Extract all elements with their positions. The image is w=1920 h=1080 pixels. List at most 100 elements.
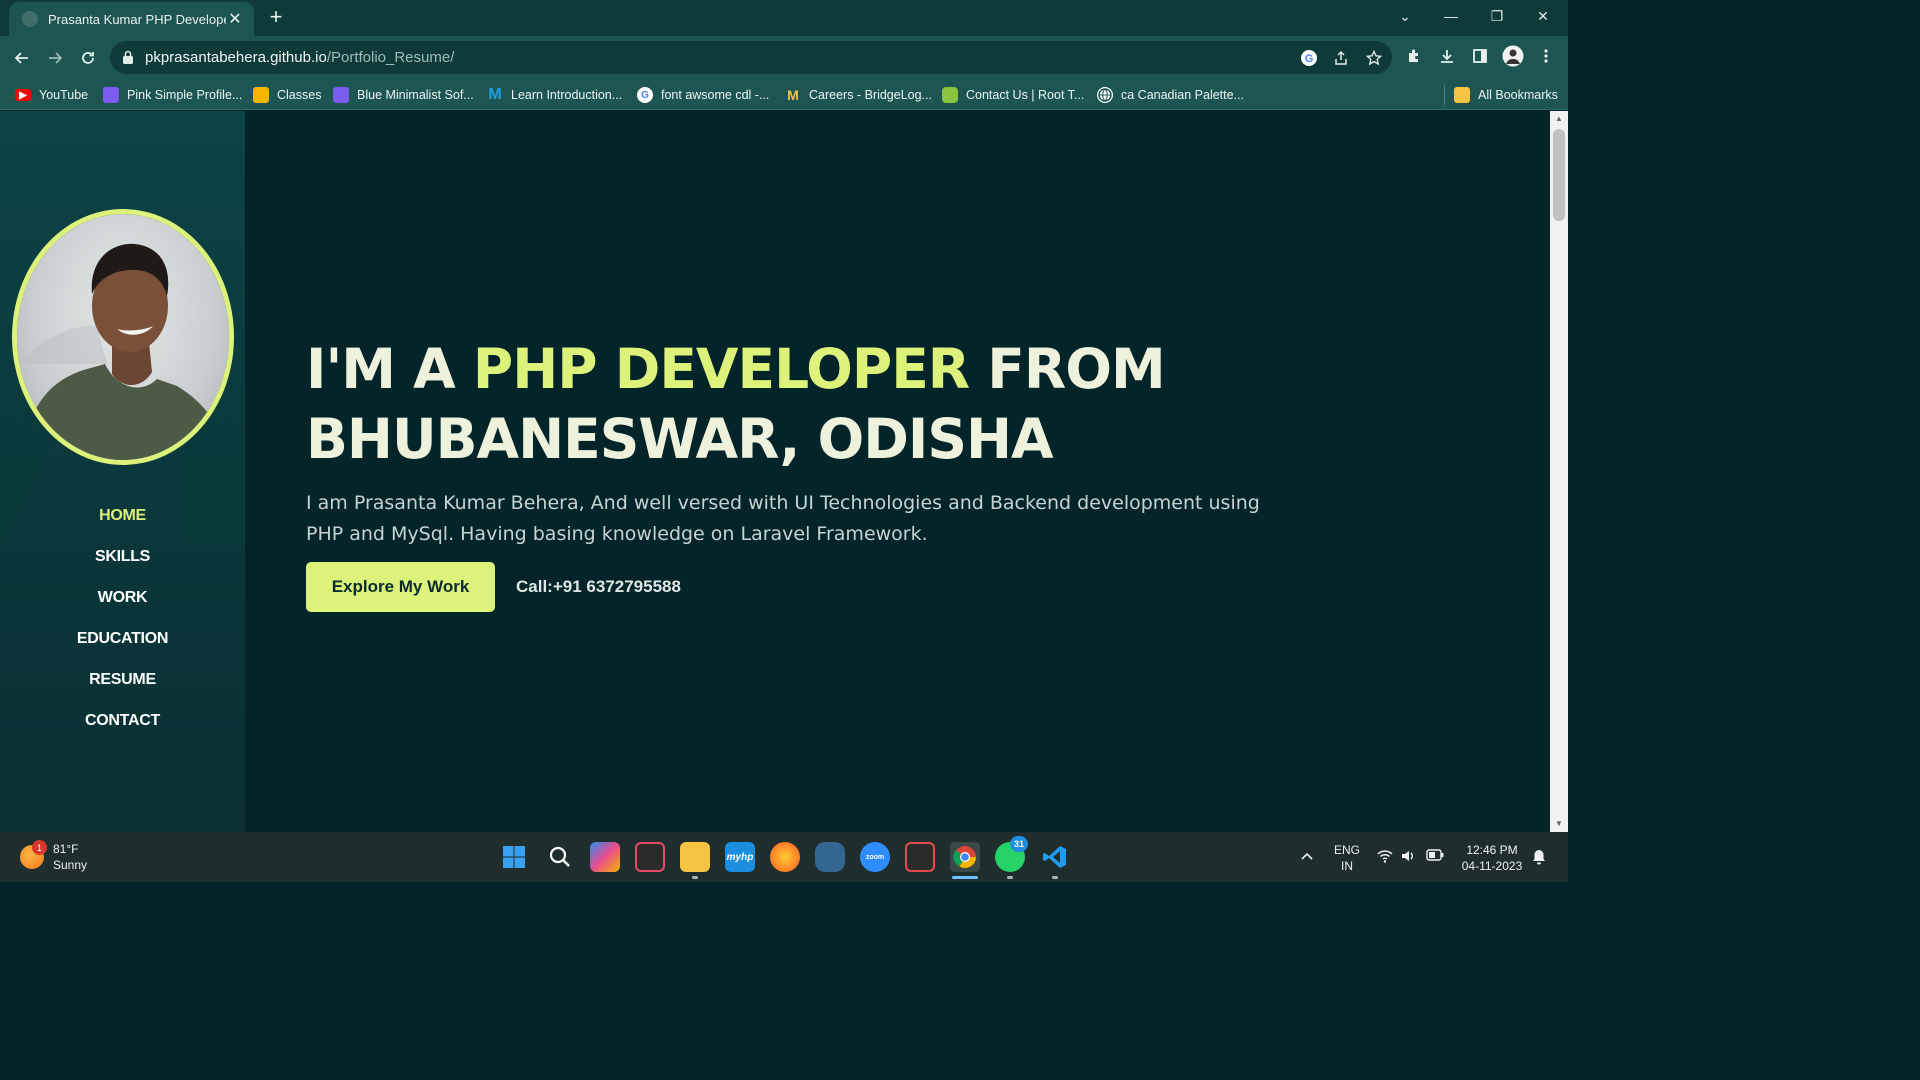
bookmark-star-icon[interactable] <box>1363 47 1385 69</box>
screen-recorder-icon[interactable] <box>905 842 935 872</box>
copilot-icon[interactable] <box>590 842 620 872</box>
extensions-icon[interactable] <box>1402 44 1426 68</box>
browser-tab[interactable]: Prasanta Kumar PHP Developer ✕ <box>9 2 254 36</box>
all-bookmarks-button[interactable]: All Bookmarks <box>1444 85 1558 105</box>
url-text[interactable]: pkprasantabehera.github.io/Portfolio_Res… <box>145 49 454 66</box>
back-button[interactable] <box>8 44 36 72</box>
whatsapp-icon[interactable]: 31 <box>995 836 1028 872</box>
windows-taskbar: 1 81°F Sunny myhp zoom 31 ENG IN 12:46 P… <box>0 832 1568 882</box>
snipping-icon[interactable] <box>635 842 665 872</box>
clock[interactable]: 12:46 PM 04-11-2023 <box>1456 842 1528 874</box>
bridgelogic-icon: M <box>787 87 799 103</box>
scroll-up-icon[interactable]: ▲ <box>1550 111 1568 127</box>
nav-skills[interactable]: SKILLS <box>0 545 245 586</box>
scroll-down-icon[interactable]: ▼ <box>1550 816 1568 832</box>
tab-strip: Prasanta Kumar PHP Developer ✕ + ⌄ — ❐ ✕ <box>0 0 1568 36</box>
show-hidden-icons[interactable] <box>1300 849 1314 865</box>
search-icon[interactable] <box>545 842 575 872</box>
notification-icon[interactable] <box>1532 849 1546 869</box>
nav-resume[interactable]: RESUME <box>0 668 245 709</box>
google-lens-icon[interactable]: G <box>1298 47 1320 69</box>
side-panel-icon[interactable] <box>1468 44 1492 68</box>
roottech-icon <box>942 87 958 103</box>
bookmark-label: font awsome cdl -... <box>661 88 770 102</box>
bookmark-canadian-palette[interactable]: ca Canadian Palette... <box>1097 85 1244 105</box>
bookmark-pink-simple-profile[interactable]: Pink Simple Profile... <box>103 85 242 105</box>
browser-toolbar: pkprasantabehera.github.io/Portfolio_Res… <box>0 36 1568 79</box>
battery-icon[interactable] <box>1426 849 1444 865</box>
download-icon[interactable] <box>1435 44 1459 68</box>
hero-actions: Explore My Work Call:+91 6372795588 <box>306 562 681 612</box>
bookmark-learn-introduction[interactable]: M Learn Introduction... <box>487 85 622 105</box>
weather-badge: 1 <box>32 840 47 855</box>
vscode-icon[interactable] <box>1040 842 1070 872</box>
bookmark-contact-root[interactable]: Contact Us | Root T... <box>942 85 1084 105</box>
all-bookmarks-label: All Bookmarks <box>1478 88 1558 102</box>
explore-work-button[interactable]: Explore My Work <box>306 562 495 612</box>
bookmark-classes[interactable]: Classes <box>253 85 321 105</box>
file-explorer-icon[interactable] <box>680 842 710 872</box>
lock-icon[interactable] <box>122 49 134 65</box>
hero-title-pre: I'M A <box>306 337 473 401</box>
bookmark-careers-bridgelogic[interactable]: M Careers - BridgeLog... <box>785 85 932 105</box>
running-indicator <box>1007 876 1013 879</box>
bookmark-label: Careers - BridgeLog... <box>809 88 932 102</box>
minimize-button[interactable]: — <box>1428 0 1474 32</box>
call-phone-link[interactable]: Call:+91 6372795588 <box>516 577 681 597</box>
bookmark-blue-minimalist[interactable]: Blue Minimalist Sof... <box>333 85 474 105</box>
bookmarks-bar: ▶ YouTube Pink Simple Profile... Classes… <box>0 79 1568 110</box>
chrome-menu-icon[interactable] <box>1534 44 1558 68</box>
scroll-thumb[interactable] <box>1553 129 1565 221</box>
classroom-icon <box>253 87 269 103</box>
active-indicator <box>952 876 978 879</box>
language-indicator[interactable]: ENG IN <box>1334 842 1360 874</box>
forward-button[interactable] <box>41 44 69 72</box>
lang-bottom: IN <box>1341 859 1353 873</box>
hero-title-accent: PHP DEVELOPER <box>472 337 970 401</box>
myhp-icon[interactable]: myhp <box>725 842 755 872</box>
postgres-icon[interactable] <box>815 842 845 872</box>
bookmark-label: Learn Introduction... <box>511 88 623 102</box>
profile-avatar[interactable] <box>1501 44 1525 68</box>
screen: Prasanta Kumar PHP Developer ✕ + ⌄ — ❐ ✕… <box>0 0 1568 882</box>
new-tab-button[interactable]: + <box>264 5 288 29</box>
close-window-button[interactable]: ✕ <box>1520 0 1566 32</box>
wifi-icon[interactable] <box>1377 849 1393 867</box>
nav-home[interactable]: HOME <box>0 504 245 545</box>
weather-widget[interactable]: 1 81°F Sunny <box>20 840 88 873</box>
bookmark-label: Classes <box>277 88 322 102</box>
bookmark-label: YouTube <box>39 88 89 102</box>
weather-desc: Sunny <box>53 858 88 872</box>
sun-icon: 1 <box>20 840 47 869</box>
tab-close-icon[interactable]: ✕ <box>226 9 244 29</box>
tab-search-icon[interactable]: ⌄ <box>1382 0 1428 32</box>
running-indicator <box>1052 876 1058 879</box>
google-icon: G <box>637 87 653 103</box>
clock-time: 12:46 PM <box>1466 843 1518 857</box>
volume-icon[interactable] <box>1401 849 1417 867</box>
reload-icon <box>82 52 94 64</box>
reload-button[interactable] <box>74 44 102 72</box>
globe-icon <box>1097 87 1113 103</box>
folder-icon <box>1454 87 1470 103</box>
bookmark-label: Contact Us | Root T... <box>966 88 1085 102</box>
nav-education[interactable]: EDUCATION <box>0 627 245 668</box>
bookmark-font-awesome[interactable]: G font awsome cdl -... <box>637 85 769 105</box>
bookmark-youtube[interactable]: ▶ YouTube <box>15 85 88 105</box>
firefox-icon[interactable] <box>770 842 800 872</box>
address-bar[interactable]: pkprasantabehera.github.io/Portfolio_Res… <box>110 41 1392 74</box>
zoom-icon[interactable]: zoom <box>860 842 890 872</box>
share-icon[interactable] <box>1330 47 1352 69</box>
m-logo-icon: M <box>488 86 502 103</box>
url-domain: pkprasantabehera.github.io <box>145 49 327 66</box>
chrome-icon[interactable] <box>950 842 980 872</box>
bookmark-label: ca Canadian Palette... <box>1121 88 1244 102</box>
nav-contact[interactable]: CONTACT <box>0 709 245 750</box>
sidebar: HOME SKILLS WORK EDUCATION RESUME CONTAC… <box>0 111 245 832</box>
bookmark-label: Pink Simple Profile... <box>127 88 243 102</box>
nav-work[interactable]: WORK <box>0 586 245 627</box>
hero-title: I'M A PHP DEVELOPER FROM BHUBANESWAR, OD… <box>306 334 1306 474</box>
restore-button[interactable]: ❐ <box>1474 0 1520 32</box>
start-icon[interactable] <box>499 842 529 872</box>
page-scrollbar[interactable]: ▲ ▼ <box>1550 111 1568 832</box>
